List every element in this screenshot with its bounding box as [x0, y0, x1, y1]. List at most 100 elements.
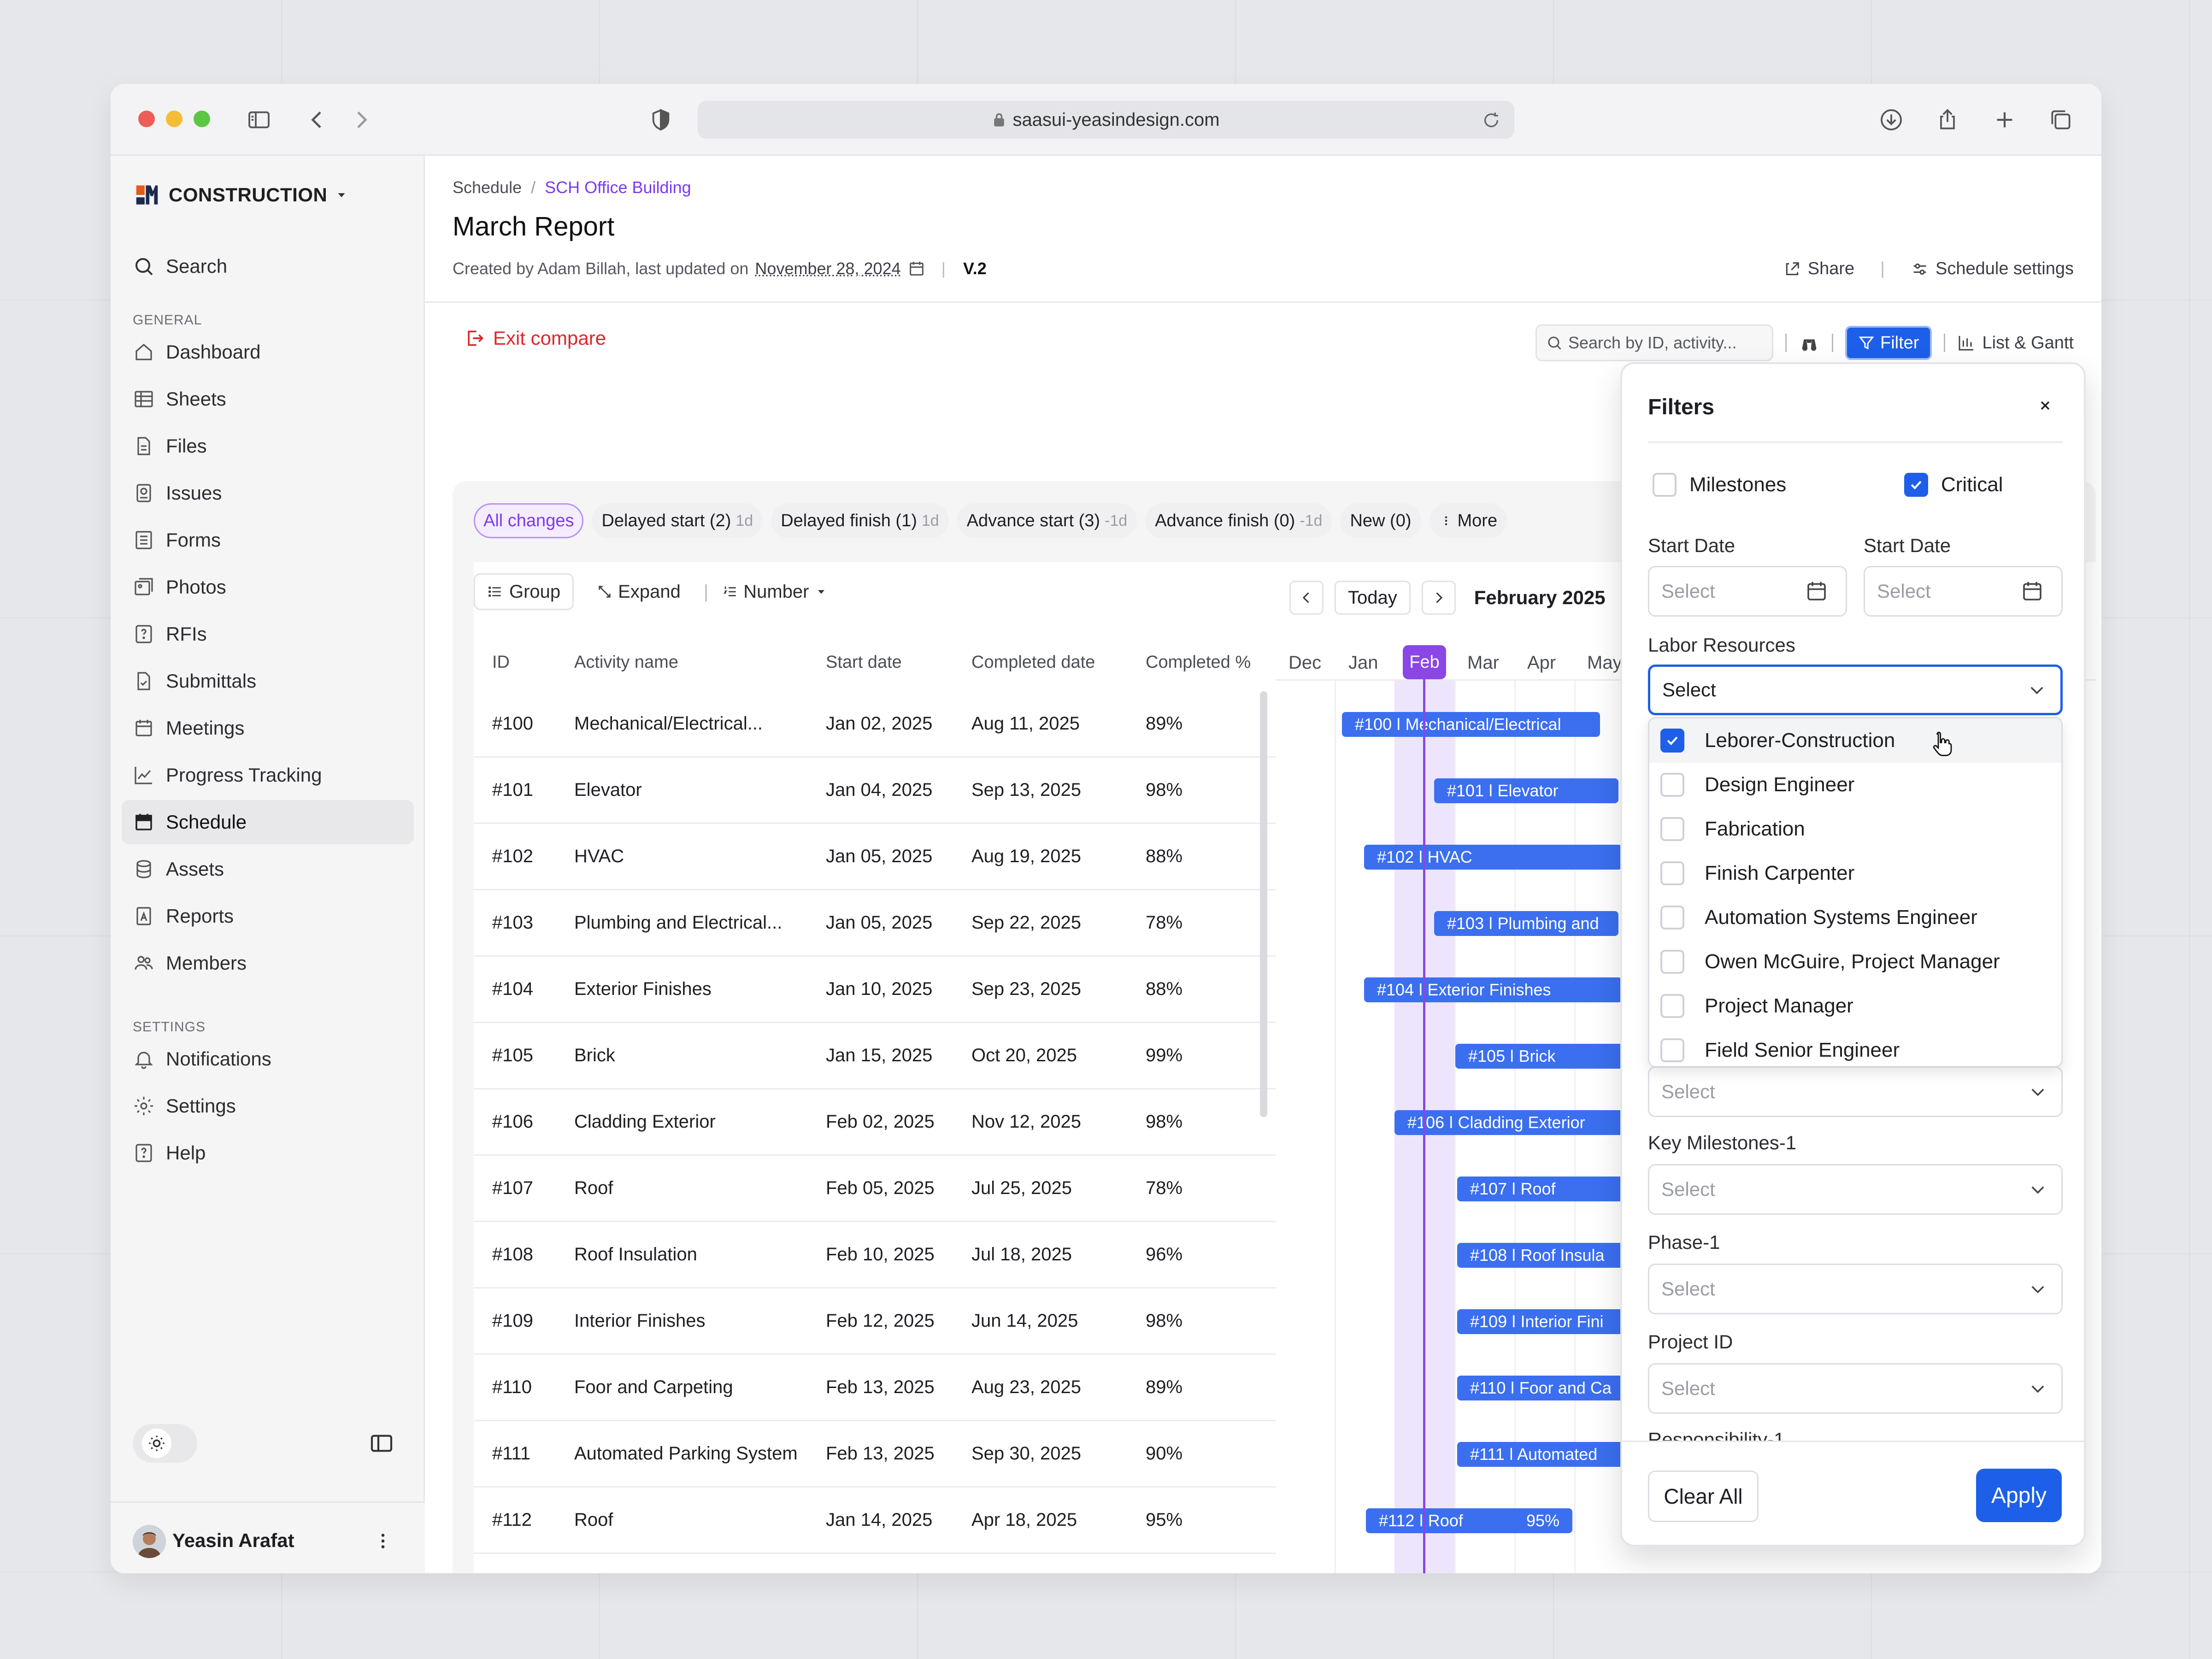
sidebar-item-sheets[interactable]: Sheets — [122, 377, 414, 421]
gantt-bar[interactable]: #101 ǀ Elevator — [1434, 778, 1618, 803]
download-icon[interactable] — [1877, 106, 1905, 134]
labor-option[interactable]: Automation Systems Engineer — [1649, 895, 2061, 940]
gantt-bar[interactable]: #107 ǀ Roof — [1457, 1177, 1641, 1201]
collapse-sidebar-icon[interactable] — [369, 1430, 394, 1456]
gantt-bar[interactable]: #100 ǀ Mechanical/Electrical — [1342, 712, 1600, 737]
theme-toggle[interactable] — [133, 1424, 197, 1463]
gantt-bar[interactable]: #103 ǀ Plumbing and — [1434, 911, 1618, 936]
table-row[interactable]: #109 Interior Finishes Feb 12, 2025 Jun 14,… — [474, 1288, 1276, 1355]
address-bar[interactable]: saasui-yeasindesign.com — [698, 101, 1514, 139]
close-filters-button[interactable] — [2027, 387, 2064, 424]
table-row[interactable]: #113Smart Parking InstallationMar 24, 20… — [474, 1554, 1276, 1573]
start-date-input[interactable]: Select — [1648, 566, 1847, 617]
table-row[interactable]: #112 Roof Jan 14, 2025 Apr 18, 2025 95% — [474, 1488, 1276, 1554]
sidebar-item-schedule[interactable]: Schedule — [122, 800, 414, 844]
sidebar-item-submittals[interactable]: Submittals — [122, 659, 414, 703]
breadcrumb-item-current[interactable]: SCH Office Building — [545, 178, 691, 197]
user-profile[interactable]: Yeasin Arafat — [111, 1501, 425, 1573]
sidebar-item-rfis[interactable]: RFIs — [122, 612, 414, 656]
binoculars-icon[interactable] — [1799, 332, 1820, 353]
sort-dropdown[interactable]: Number — [722, 582, 827, 602]
view-mode-button[interactable]: List & Gantt — [1957, 333, 2074, 353]
sidebar-search[interactable]: Search — [122, 244, 414, 288]
sidebar-toggle-icon[interactable] — [245, 106, 273, 134]
chip-advance-start[interactable]: Advance start (3) -1d — [957, 503, 1137, 538]
more-vertical-icon[interactable] — [371, 1530, 394, 1553]
column-header-completed-date[interactable]: Completed date — [971, 653, 1095, 672]
labor-option[interactable]: Design Engineer — [1649, 763, 2061, 807]
labor-resources-select[interactable]: Select — [1648, 665, 2063, 715]
share-button[interactable]: Share — [1783, 259, 1854, 279]
table-row[interactable]: #100 Mechanical/Electrical... Jan 02, 2025… — [474, 691, 1276, 758]
sidebar-item-progress-tracking[interactable]: Progress Tracking — [122, 753, 414, 797]
gantt-bar[interactable]: #108 ǀ Roof Insula — [1457, 1243, 1641, 1268]
gantt-bar[interactable]: #102 ǀ HVAC — [1364, 845, 1622, 870]
table-scrollbar[interactable] — [1260, 691, 1267, 1117]
maximize-window-button[interactable] — [194, 111, 210, 127]
table-row[interactable]: #105 Brick Jan 15, 2025 Oct 20, 2025 99% — [474, 1023, 1276, 1089]
schedule-settings-button[interactable]: Schedule settings — [1911, 259, 2074, 279]
new-tab-icon[interactable] — [1991, 106, 2018, 134]
gantt-bar[interactable]: #104 ǀ Exterior Finishes — [1364, 977, 1622, 1002]
tabs-overview-icon[interactable] — [2047, 106, 2075, 134]
chip-delayed-start[interactable]: Delayed start (2) 1d — [592, 503, 763, 538]
table-row[interactable]: #108 Roof Insulation Feb 10, 2025 Jul 18, 2… — [474, 1222, 1276, 1288]
back-icon[interactable] — [303, 106, 331, 134]
gantt-bar[interactable]: #105 ǀ Brick — [1455, 1044, 1640, 1069]
shield-icon[interactable] — [647, 106, 675, 134]
labor-option[interactable]: Fabrication — [1649, 807, 2061, 851]
table-row[interactable]: #101 Elevator Jan 04, 2025 Sep 13, 2025 98% — [474, 758, 1276, 824]
share-icon[interactable] — [1934, 106, 1961, 134]
activity-search-input[interactable]: Search by ID, activity... — [1535, 324, 1773, 361]
table-row[interactable]: #110 Foor and Carpeting Feb 13, 2025 Aug 23… — [474, 1355, 1276, 1421]
phase-select[interactable]: Select — [1648, 1264, 2063, 1314]
chip-advance-finish[interactable]: Advance finish (0) -1d — [1145, 503, 1332, 538]
gantt-bar[interactable]: #109 ǀ Interior Fini — [1457, 1309, 1641, 1334]
sidebar-item-help[interactable]: Help — [122, 1131, 414, 1175]
sidebar-item-settings[interactable]: Settings — [122, 1084, 414, 1128]
start-date-input-2[interactable]: Select — [1864, 566, 2063, 617]
sidebar-item-reports[interactable]: Reports — [122, 894, 414, 938]
critical-checkbox[interactable]: Critical — [1904, 473, 2003, 497]
gantt-bar[interactable]: #110 ǀ Foor and Ca — [1457, 1376, 1641, 1400]
chip-more[interactable]: More — [1429, 503, 1507, 538]
labor-option[interactable]: Finish Carpenter — [1649, 851, 2061, 895]
breadcrumb-item[interactable]: Schedule — [453, 178, 522, 197]
exit-compare-button[interactable]: Exit compare — [465, 327, 606, 349]
sidebar-item-files[interactable]: Files — [122, 424, 414, 468]
table-row[interactable]: #104 Exterior Finishes Jan 10, 2025 Sep 23,… — [474, 957, 1276, 1023]
sidebar-item-meetings[interactable]: Meetings — [122, 706, 414, 750]
sidebar-item-members[interactable]: Members — [122, 941, 414, 985]
column-header-start[interactable]: Start date — [826, 653, 902, 672]
apply-button[interactable]: Apply — [1976, 1469, 2062, 1522]
filter-button[interactable]: Filter — [1845, 326, 1932, 360]
column-header-completed-pct[interactable]: Completed % — [1146, 653, 1251, 672]
gantt-bar[interactable]: #106 ǀ Cladding Exterior — [1394, 1110, 1653, 1135]
labor-option[interactable]: Owen McGuire, Project Manager — [1649, 940, 2061, 984]
chip-all-changes[interactable]: All changes — [474, 503, 584, 538]
minimize-window-button[interactable] — [166, 111, 182, 127]
sidebar-item-dashboard[interactable]: Dashboard — [122, 330, 414, 374]
group-button[interactable]: Group — [474, 573, 574, 610]
reload-icon[interactable] — [1482, 111, 1500, 129]
milestones-checkbox[interactable]: Milestones — [1653, 473, 1786, 497]
table-row[interactable]: #102 HVAC Jan 05, 2025 Aug 19, 2025 88% — [474, 824, 1276, 890]
gantt-prev-button[interactable] — [1289, 581, 1324, 615]
clear-all-button[interactable]: Clear All — [1648, 1471, 1759, 1522]
hidden-filter-select[interactable]: Select — [1648, 1066, 2063, 1117]
table-row[interactable]: #106 Cladding Exterior Feb 02, 2025 Nov 12,… — [474, 1089, 1276, 1156]
sidebar-item-issues[interactable]: Issues — [122, 471, 414, 515]
key-milestones-select[interactable]: Select — [1648, 1164, 2063, 1215]
table-row[interactable]: #103 Plumbing and Electrical... Jan 05, 20… — [474, 890, 1276, 957]
version-badge[interactable]: V.2 — [963, 259, 987, 278]
labor-option[interactable]: Field Senior Engineer — [1649, 1028, 2061, 1066]
sidebar-item-assets[interactable]: Assets — [122, 847, 414, 891]
table-row[interactable]: #111 Automated Parking System Feb 13, 2025… — [474, 1421, 1276, 1488]
chip-delayed-finish[interactable]: Delayed finish (1) 1d — [771, 503, 949, 538]
labor-option[interactable]: Leborer-Construction — [1649, 718, 2061, 763]
sidebar-item-photos[interactable]: Photos — [122, 565, 414, 609]
table-row[interactable]: #107 Roof Feb 05, 2025 Jul 25, 2025 78% — [474, 1156, 1276, 1222]
expand-button[interactable]: Expand — [597, 582, 681, 602]
project-id-select[interactable]: Select — [1648, 1363, 2063, 1414]
gantt-bar[interactable]: #112 ǀ Roof 95% — [1366, 1508, 1572, 1533]
